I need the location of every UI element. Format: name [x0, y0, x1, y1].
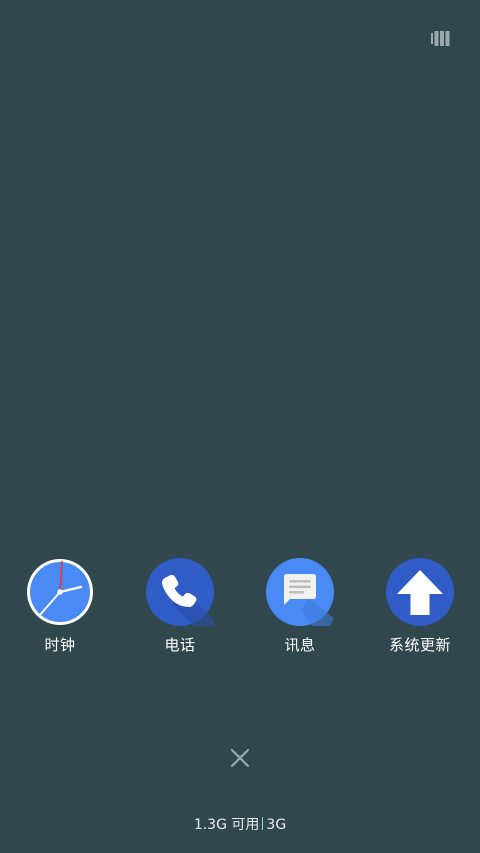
system-update-icon: [386, 558, 454, 626]
clock-icon: [27, 559, 93, 625]
app-label-phone: 电话: [164, 636, 196, 654]
memory-divider: [262, 817, 264, 830]
messages-icon: [266, 558, 334, 626]
memory-total: 3G: [266, 817, 287, 833]
app-label-clock: 时钟: [44, 636, 76, 654]
app-label-messages: 讯息: [284, 636, 316, 654]
app-label-system-update: 系统更新: [388, 636, 451, 654]
app-system-update[interactable]: 系统更新: [360, 558, 480, 658]
app-phone[interactable]: 电话: [120, 558, 240, 658]
app-clock[interactable]: 时钟: [0, 558, 120, 658]
phone-icon: [146, 558, 214, 626]
app-messages[interactable]: 讯息: [240, 558, 360, 658]
close-icon[interactable]: [228, 746, 252, 770]
recent-apps-stack-icon[interactable]: [431, 31, 451, 46]
memory-available: 1.3G 可用: [193, 817, 260, 833]
memory-status: 1.3G 可用 3G: [0, 816, 480, 834]
